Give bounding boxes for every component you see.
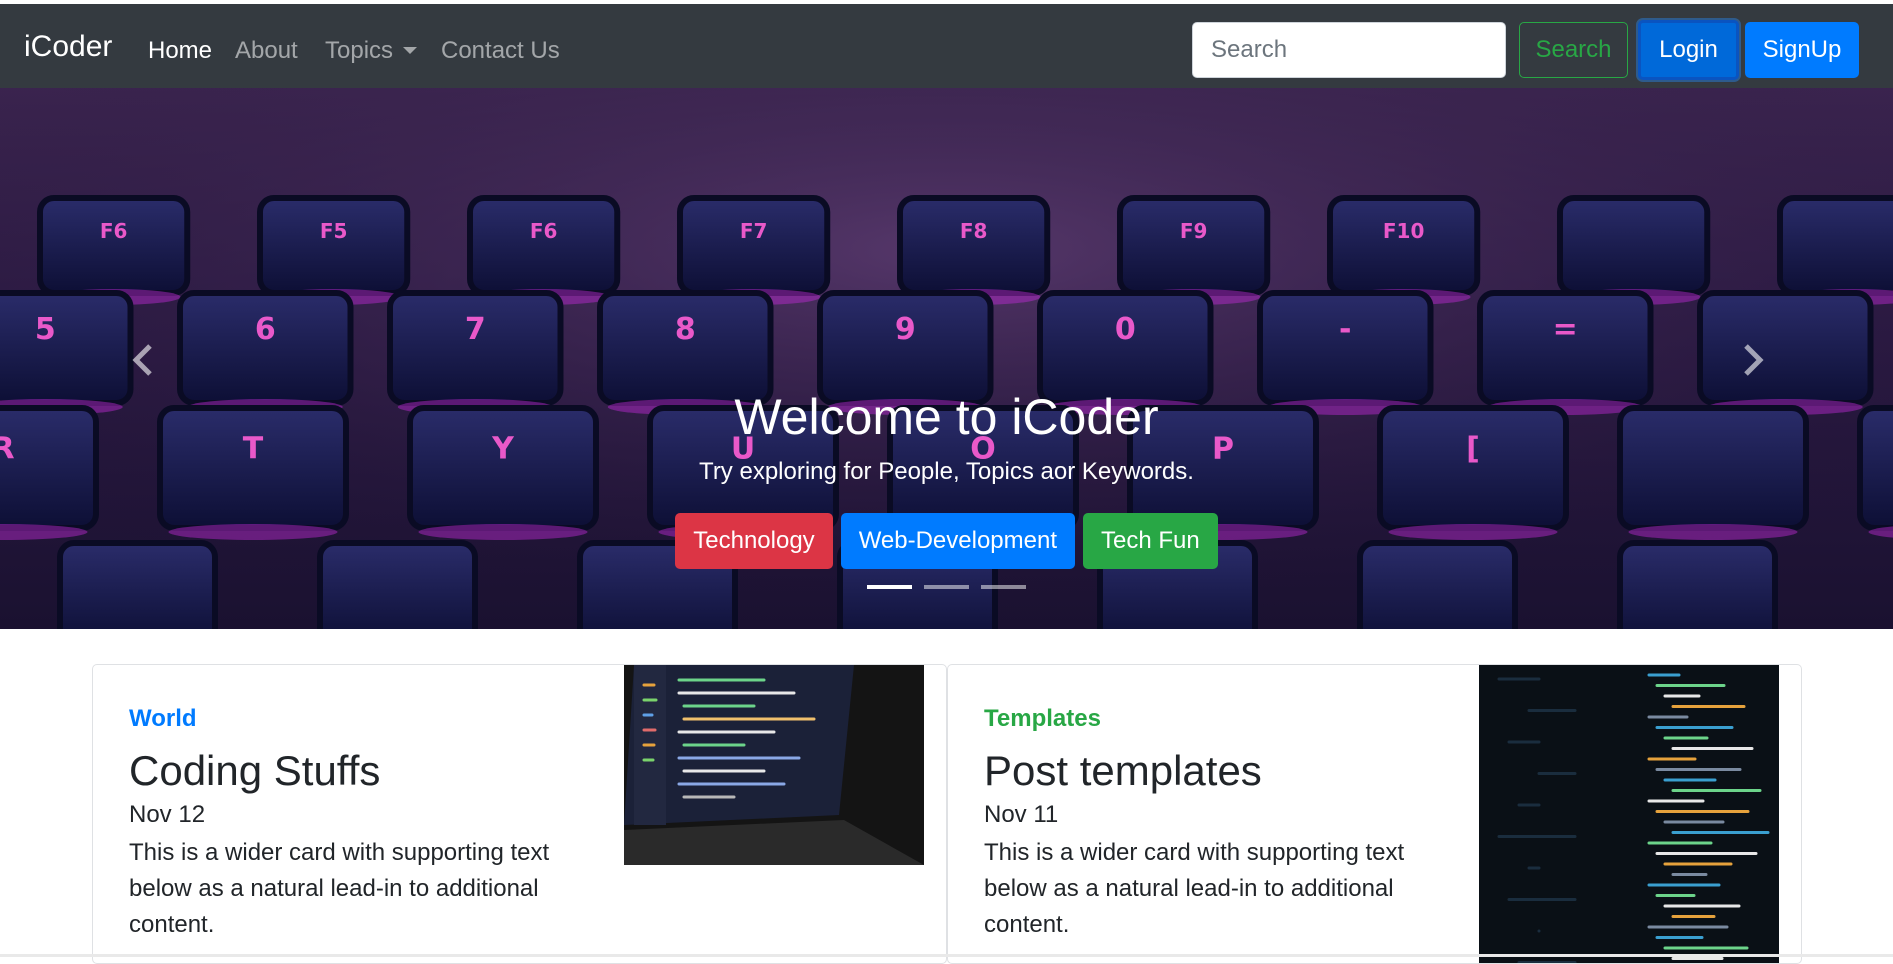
- keycap: [817, 290, 994, 406]
- caret-down-icon: [403, 47, 418, 54]
- keycap: [1117, 195, 1271, 296]
- post-card-post-templates: Templates Post templates Nov 11 This is …: [947, 664, 1802, 964]
- keycap-label: 9: [895, 312, 916, 347]
- nav-topics-label: Topics: [325, 37, 394, 64]
- nav-about-link[interactable]: About: [235, 37, 298, 65]
- keycap-label: F5: [320, 219, 348, 243]
- keycap: [1257, 290, 1434, 406]
- card-category[interactable]: Templates: [984, 705, 1444, 733]
- tech-fun-button[interactable]: Tech Fun: [1083, 513, 1218, 569]
- carousel-indicator-1[interactable]: [867, 585, 912, 589]
- chevron-right-icon: [1744, 344, 1764, 376]
- card-text: This is a wider card with supporting tex…: [129, 839, 550, 938]
- login-button[interactable]: Login: [1638, 20, 1739, 80]
- card-title: Post templates: [984, 747, 1262, 794]
- keycap: [257, 195, 411, 296]
- keycap: [177, 290, 354, 406]
- card-category[interactable]: World: [129, 705, 589, 733]
- keycap-label: 0: [1115, 312, 1136, 347]
- hero-title: Welcome to iCoder: [734, 389, 1159, 445]
- keycap-label: -: [1339, 312, 1351, 347]
- keycap-label: F7: [740, 219, 768, 243]
- keycap-label: F10: [1383, 219, 1425, 243]
- keycap-label: 7: [465, 312, 486, 347]
- card-thumbnail-laptop-code: [624, 665, 924, 865]
- card-body: World Coding Stuffs Nov 12 This is a wid…: [129, 705, 589, 943]
- keycap: [677, 195, 831, 296]
- search-input[interactable]: [1192, 22, 1506, 78]
- keycap: [1037, 290, 1214, 406]
- keycap: [387, 290, 564, 406]
- web-development-button[interactable]: Web-Development: [840, 513, 1076, 569]
- nav-home-link[interactable]: Home: [148, 37, 212, 65]
- carousel-prev-button[interactable]: [128, 340, 158, 380]
- brand-logo[interactable]: iCoder: [24, 30, 112, 64]
- nav-contact-link[interactable]: Contact Us: [441, 37, 560, 65]
- keycap-label: F6: [530, 219, 558, 243]
- chevron-left-icon: [132, 344, 152, 376]
- hero-subtitle: Try exploring for People, Topics aor Key…: [699, 458, 1194, 485]
- card-date: Nov 12: [129, 801, 206, 828]
- keycap-label: =: [1553, 312, 1578, 347]
- keycap-label: 5: [35, 312, 56, 347]
- card-date: Nov 11: [984, 801, 1059, 828]
- keycap-label: F6: [100, 219, 128, 243]
- keycap: [597, 290, 774, 406]
- keycap: [1777, 195, 1893, 296]
- nav-topics-dropdown[interactable]: Topics: [325, 37, 418, 65]
- card-text: This is a wider card with supporting tex…: [984, 839, 1405, 938]
- card-body: Templates Post templates Nov 11 This is …: [984, 705, 1444, 943]
- keycap: [897, 195, 1051, 296]
- keycap-label: F8: [960, 219, 988, 243]
- card-thumbnail-code-screen: [1479, 665, 1779, 963]
- keycap: [1557, 195, 1711, 296]
- hero-buttons: Technology Web-Development Tech Fun: [0, 513, 1893, 569]
- card-title: Coding Stuffs: [129, 747, 381, 794]
- keycap: [1477, 290, 1654, 406]
- keycap: [37, 195, 191, 296]
- carousel-next-button[interactable]: [1738, 340, 1768, 380]
- keycap: [1697, 290, 1874, 406]
- carousel-indicators: [0, 585, 1893, 589]
- keycap: [467, 195, 621, 296]
- carousel-indicator-3[interactable]: [981, 585, 1026, 589]
- keycap: [1327, 195, 1481, 296]
- keycap: [0, 290, 134, 406]
- navbar: iCoder Home About Topics Contact Us Sear…: [0, 4, 1893, 88]
- keycap-label: 8: [675, 312, 696, 347]
- keycap-label: F9: [1180, 219, 1208, 243]
- signup-button[interactable]: SignUp: [1745, 22, 1859, 78]
- hero-carousel: F6 F5 F6 F7 F8 F9 F10 5 6 7 8 9 0- = R T Y U O P[ Welcome t…: [0, 88, 1893, 629]
- keycap-label: 6: [255, 312, 276, 347]
- search-button[interactable]: Search: [1519, 22, 1628, 78]
- carousel-indicator-2[interactable]: [924, 585, 969, 589]
- post-card-coding-stuffs: World Coding Stuffs Nov 12 This is a wid…: [92, 664, 947, 964]
- technology-button[interactable]: Technology: [675, 513, 833, 569]
